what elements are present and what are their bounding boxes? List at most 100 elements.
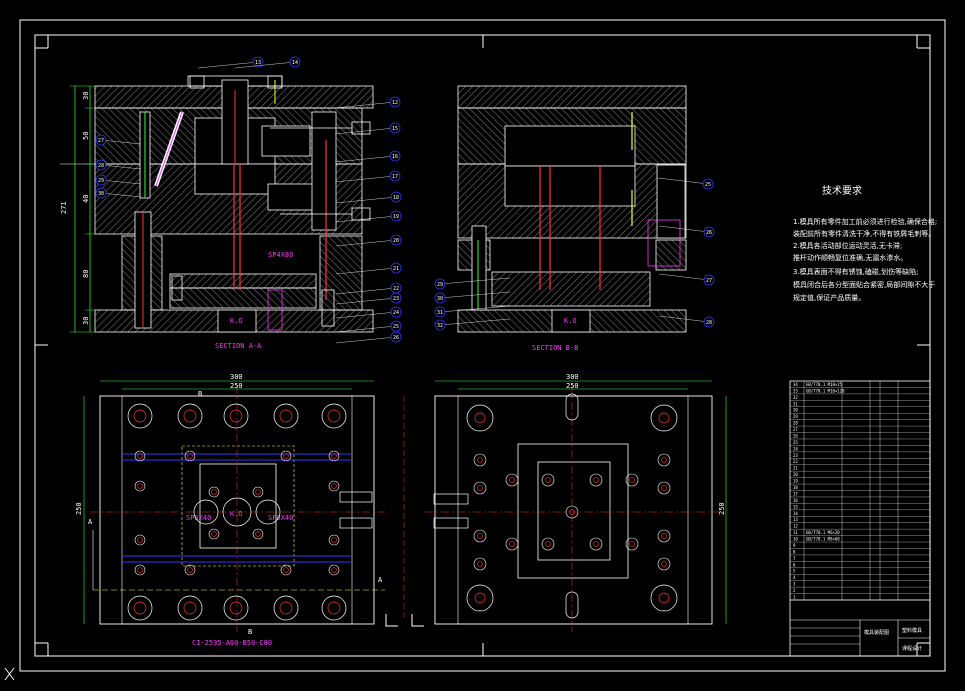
guide-pin-circle <box>183 409 197 423</box>
return-pin-circle <box>466 404 494 432</box>
plan-right-height: 250 <box>718 502 726 515</box>
ejector-retainer-plate <box>169 273 317 289</box>
balloon-number: 21 <box>393 266 399 272</box>
return-pin-circle <box>650 584 678 612</box>
b-guide-pin <box>471 225 487 311</box>
tech-note-line-4: 3.模具表面不得有锈蚀,磕碰,划伤等缺陷; <box>793 267 919 276</box>
title-block-header: 模具装配图 <box>864 629 889 636</box>
front-dimension-chain: 271 30 50 40 80 30 <box>60 85 95 333</box>
balloon-number: 13 <box>255 60 261 66</box>
bom-row-index: 5 <box>793 569 796 574</box>
bom-table <box>789 380 931 657</box>
bom-row-index: 30 <box>793 408 798 413</box>
screw-hole <box>208 486 220 498</box>
balloon-number: 27 <box>706 278 712 284</box>
balloon-number: 16 <box>392 154 398 160</box>
bom-row-index: 32 <box>793 395 798 400</box>
screw-hole <box>252 486 264 498</box>
screw-hole <box>328 534 340 546</box>
bom-row-index: 11 <box>793 530 798 535</box>
front-dim-0: 30 <box>82 92 90 100</box>
guide-bushing-circle <box>177 595 203 621</box>
arrow-a-1: A <box>88 518 93 526</box>
ejector-hole-inner <box>661 561 667 567</box>
screw-hole-inner <box>255 489 261 495</box>
arrow-b-1: B <box>198 390 202 398</box>
balloon-number: 22 <box>393 286 399 292</box>
mold-base-code: CI-2535-A60-B50-C80 <box>192 639 272 647</box>
bom-row-index: 2 <box>793 588 796 593</box>
screw-hole-inner <box>331 483 337 489</box>
guide-pin-circle <box>183 601 197 615</box>
ejector-hole <box>473 529 487 543</box>
bom-row-index: 18 <box>793 485 798 490</box>
section-b-view: K.O <box>457 85 687 333</box>
ejector-hole <box>541 537 555 551</box>
return-pin-circle <box>650 404 678 432</box>
guide-bushing-circle <box>223 403 249 429</box>
plan-right-width-inner: 250 <box>566 382 579 390</box>
slider-lower <box>267 183 317 211</box>
ejector-hole-inner <box>661 457 667 463</box>
section-a-label: SECTION A-A <box>215 342 262 350</box>
bom-row-index: 6 <box>793 562 796 567</box>
ejector-hole <box>657 529 671 543</box>
ejector-hole <box>589 473 603 487</box>
screw-hole <box>328 480 340 492</box>
bom-row-index: 27 <box>793 427 798 432</box>
balloon-number: 32 <box>437 323 443 329</box>
balloon-number: 12 <box>392 100 398 106</box>
ejector-hole-inner <box>629 477 635 483</box>
bom-row-index: 9 <box>793 543 796 548</box>
bom-row-spec: GB/T70.1 M6×20 <box>806 530 840 535</box>
ejector-hole <box>657 557 671 571</box>
ejector-hole-inner <box>509 477 515 483</box>
guide-pin-circle <box>229 601 243 615</box>
screw-hole <box>134 480 146 492</box>
guide-bushing-circle <box>223 595 249 621</box>
balloon-number: 28 <box>706 320 712 326</box>
screw-hole <box>134 534 146 546</box>
ko-label-plan: K.O <box>230 510 243 518</box>
ejector-hole-inner <box>477 485 483 491</box>
ejector-plate <box>169 287 317 309</box>
guide-bushing-circle <box>127 403 153 429</box>
balloon-number: 30 <box>437 296 443 302</box>
title-block-school: 课程设计 <box>902 645 922 652</box>
screw-hole-inner <box>283 567 289 573</box>
bom-row-index: 26 <box>793 433 798 438</box>
spring-label-2: SP8X40 <box>186 514 211 522</box>
b-spacer-right <box>655 239 687 271</box>
tech-note-line-3: 推杆动作顺畅复位准确,无漏水渗水。 <box>793 253 907 262</box>
balloon-number: 20 <box>393 238 399 244</box>
ejector-hole <box>473 453 487 467</box>
ejector-hole-inner <box>593 541 599 547</box>
balloon-number: 23 <box>393 296 399 302</box>
plan-right-width-outer: 300 <box>566 373 579 381</box>
ejector-hole-inner <box>545 541 551 547</box>
balloon-number: 14 <box>292 60 298 66</box>
screw-hole <box>208 528 220 540</box>
return-pin-inner <box>474 592 486 604</box>
bom-row-index: 21 <box>793 466 798 471</box>
bom-row-index: 33 <box>793 388 798 393</box>
ejector-hole <box>505 473 519 487</box>
screw-hole <box>184 564 196 576</box>
tech-note-line-1: 装配前所有零件清洗干净,不得有铁屑毛刺等。 <box>793 229 935 238</box>
return-pin-inner <box>658 592 670 604</box>
leader-line <box>335 336 397 344</box>
balloon-number: 25 <box>393 324 399 330</box>
tech-note-line-6: 规定值,保证产品质量。 <box>793 293 865 302</box>
ucs-icon <box>4 667 15 681</box>
screw-hole-inner <box>137 537 143 543</box>
cooling-nipples <box>433 517 469 529</box>
ko-label-b: K.O <box>564 317 577 325</box>
balloon-number: 19 <box>393 214 399 220</box>
front-dim-1: 50 <box>82 132 90 140</box>
guide-bushing-circle <box>273 403 299 429</box>
core-insert <box>194 163 276 195</box>
balloon-number: 26 <box>393 335 399 341</box>
bom-row-index: 4 <box>793 575 796 580</box>
screw-hole <box>134 564 146 576</box>
ejector-hole <box>505 537 519 551</box>
